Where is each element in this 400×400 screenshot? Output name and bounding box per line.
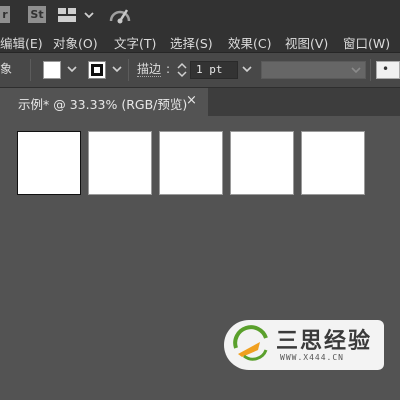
fill-color-swatch[interactable] (43, 61, 61, 79)
brush-dot: • (382, 62, 390, 76)
gpu-performance-icon[interactable] (108, 5, 132, 25)
chevron-down-icon[interactable] (240, 62, 254, 76)
control-bar: 象 描边 : 1 pt • (0, 53, 400, 88)
menu-type[interactable]: 文字(T) (114, 33, 156, 52)
menu-select[interactable]: 选择(S) (170, 33, 213, 52)
divider (30, 59, 31, 81)
menu-edit[interactable]: 编辑(E) (0, 33, 43, 52)
watermark: 三思经验 WWW.X444.CN (224, 320, 384, 370)
chevron-down-icon[interactable] (110, 62, 124, 76)
menu-object[interactable]: 对象(O) (53, 33, 98, 52)
stroke-weight-input[interactable]: 1 pt (190, 61, 238, 79)
menu-window[interactable]: 窗口(W) (343, 33, 390, 52)
artboard[interactable] (230, 131, 294, 195)
stroke-colon: : (166, 62, 171, 76)
artboard[interactable] (301, 131, 365, 195)
menu-bar: 编辑(E) 对象(O) 文字(T) 选择(S) 效果(C) 视图(V) 窗口(W… (0, 30, 400, 53)
chevron-down-icon[interactable] (83, 9, 95, 21)
document-tab-bar: 示例* @ 33.33% (RGB/预览) × (0, 88, 400, 116)
variable-width-profile-dropdown[interactable] (261, 61, 366, 79)
stepper-icon[interactable] (176, 60, 188, 80)
artboard[interactable] (17, 131, 81, 195)
chevron-down-icon (351, 67, 361, 74)
app-switcher-partial[interactable]: r (0, 6, 10, 23)
stroke-label[interactable]: 描边 (137, 62, 162, 77)
brush-definition-dropdown[interactable]: • (376, 61, 400, 79)
tab-document[interactable]: 示例* @ 33.33% (RGB/预览) × (0, 88, 208, 116)
divider (370, 59, 371, 81)
stroke-swatch-icon[interactable] (88, 61, 106, 79)
brand-logo-icon (230, 324, 272, 366)
menu-view[interactable]: 视图(V) (285, 33, 328, 52)
document-tab-title: 示例* @ 33.33% (RGB/预览) (18, 97, 188, 112)
divider (128, 59, 129, 81)
adobe-stock-button[interactable]: St (28, 6, 46, 23)
watermark-name: 三思经验 (276, 329, 373, 354)
object-type-label: 象 (0, 62, 13, 76)
menu-effect[interactable]: 效果(C) (228, 33, 271, 52)
application-bar: r St (0, 0, 400, 30)
chevron-down-icon[interactable] (65, 62, 79, 76)
artboard[interactable] (159, 131, 223, 195)
workspace-grid-icon[interactable] (58, 7, 80, 23)
watermark-url: WWW.X444.CN (280, 353, 344, 362)
close-icon[interactable]: × (186, 93, 197, 108)
artboard[interactable] (88, 131, 152, 195)
